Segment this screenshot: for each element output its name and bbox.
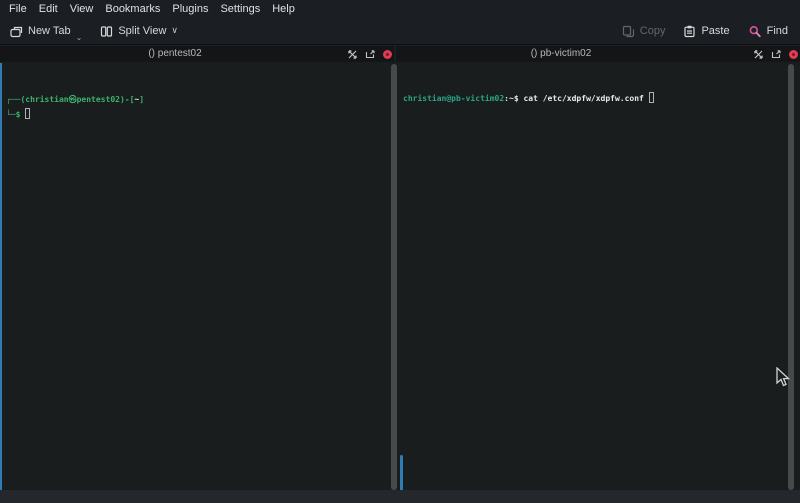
paste-label: Paste [701, 25, 729, 37]
pane-header-left-icons [348, 46, 392, 62]
find-button[interactable]: Find [744, 22, 792, 41]
maximize-view-icon[interactable] [348, 50, 357, 59]
menu-item-help[interactable]: Help [266, 1, 301, 17]
copy-label: Copy [640, 25, 666, 37]
prompt-user-host: christian㉿pentest02 [25, 95, 120, 104]
prompt-symbol: $ [514, 94, 524, 103]
terminal-left[interactable]: ┌──(christian㉿pentest02)-[~] └─$ [0, 62, 391, 490]
terminal-left-content: ┌──(christian㉿pentest02)-[~] └─$ [0, 88, 391, 121]
toolbar: New Tab ⌄ Split View ∨ Copy [0, 18, 800, 45]
copy-icon [622, 25, 635, 38]
terminal-right-content: christian@pb-victim02:~$ cat /etc/xdpfw/… [398, 88, 788, 105]
left-scrolled-lines-highlight [0, 63, 2, 490]
prompt-frame: └─$ [6, 110, 20, 119]
detach-view-icon[interactable] [365, 50, 375, 59]
copy-button[interactable]: Copy [618, 22, 670, 41]
paste-button[interactable]: Paste [679, 22, 733, 41]
new-tab-button[interactable]: New Tab ⌄ [6, 22, 86, 41]
menu-item-plugins[interactable]: Plugins [166, 1, 214, 17]
paste-icon [683, 25, 696, 38]
konsole-window: File Edit View Bookmarks Plugins Setting… [0, 0, 800, 503]
mouse-cursor [776, 367, 791, 388]
pane-title-right: () pb-victim02 [396, 46, 726, 62]
pane-header-row: () pentest02 () pb-victim02 [0, 46, 800, 62]
pane-header-right-icons [754, 46, 798, 62]
terminal-right[interactable]: christian@pb-victim02:~$ cat /etc/xdpfw/… [398, 62, 788, 490]
maximize-view-icon[interactable] [754, 50, 763, 59]
tab-new-icon [10, 25, 23, 38]
right-scrolled-lines-highlight [400, 455, 403, 491]
menu-item-view[interactable]: View [64, 1, 100, 17]
prompt-user-host: christian@pb-victim02 [403, 94, 504, 103]
pane-header-right[interactable]: () pb-victim02 [396, 46, 800, 62]
close-view-button[interactable] [383, 50, 392, 59]
prompt-frame: ] [139, 95, 144, 104]
search-icon [748, 25, 762, 38]
detach-view-icon[interactable] [771, 50, 781, 59]
terminal-cursor [649, 92, 654, 103]
menu-item-file[interactable]: File [3, 1, 33, 17]
menu-bar: File Edit View Bookmarks Plugins Setting… [0, 0, 800, 18]
terminal-split-area: ┌──(christian㉿pentest02)-[~] └─$ christi… [0, 62, 800, 490]
prompt-frame: ┌──( [6, 95, 25, 104]
menu-item-settings[interactable]: Settings [214, 1, 266, 17]
split-view-button[interactable]: Split View ∨ [96, 22, 182, 41]
new-tab-label: New Tab [28, 25, 71, 37]
new-tab-caret-icon: ⌄ [76, 36, 83, 40]
right-pane-scrollbar[interactable] [788, 64, 794, 490]
window-bottom-edge [0, 490, 800, 503]
toolbar-left-group: New Tab ⌄ Split View ∨ [6, 22, 182, 41]
chevron-down-icon: ∨ [171, 25, 178, 36]
find-label: Find [767, 25, 788, 37]
split-view-icon [100, 25, 113, 38]
terminal-cursor [25, 108, 30, 119]
pane-title-left: () pentest02 [0, 46, 350, 62]
close-view-button[interactable] [789, 50, 798, 59]
command-text: cat /etc/xdpfw/xdpfw.conf [523, 94, 643, 103]
toolbar-right-group: Copy Paste Find [618, 22, 792, 41]
split-view-label: Split View [118, 25, 166, 37]
left-pane-scrollbar[interactable] [391, 64, 397, 490]
menu-item-edit[interactable]: Edit [33, 1, 64, 17]
menu-item-bookmarks[interactable]: Bookmarks [99, 1, 166, 17]
prompt-frame: )-[ [120, 95, 134, 104]
pane-header-left[interactable]: () pentest02 [0, 46, 394, 62]
